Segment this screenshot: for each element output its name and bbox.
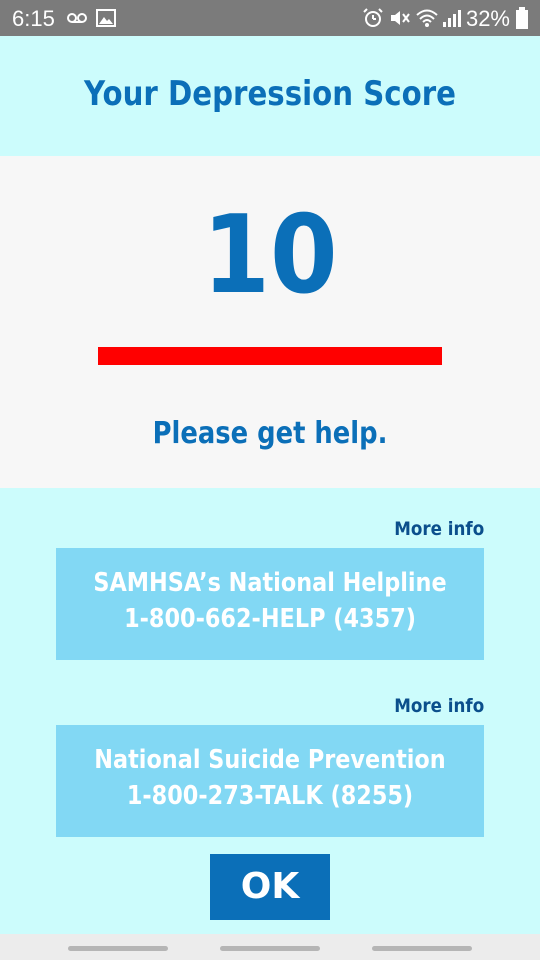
navigation-bar bbox=[0, 934, 540, 960]
voicemail-icon bbox=[66, 8, 88, 32]
severity-bar bbox=[98, 347, 442, 365]
helpline-phone: 1-800-662-HELP (4357) bbox=[124, 604, 416, 634]
helpline-name: National Suicide Prevention bbox=[94, 745, 446, 775]
signal-icon bbox=[442, 8, 462, 32]
score-value: 10 bbox=[202, 193, 338, 318]
status-bar: 6:15 32% bbox=[0, 0, 540, 36]
alarm-icon bbox=[362, 8, 384, 32]
more-info-link-samhsa[interactable]: More info bbox=[394, 518, 484, 540]
score-panel: 10 Please get help. bbox=[0, 156, 540, 488]
wifi-icon bbox=[416, 8, 438, 32]
ok-button[interactable]: OK bbox=[210, 854, 330, 920]
mute-icon bbox=[389, 8, 411, 32]
samhsa-helpline-button[interactable]: SAMHSA’s National Helpline 1-800-662-HEL… bbox=[56, 548, 484, 660]
suicide-prevention-button[interactable]: National Suicide Prevention 1-800-273-TA… bbox=[56, 725, 484, 837]
severity-bar-fill bbox=[98, 347, 442, 365]
status-time: 6:15 bbox=[12, 6, 55, 31]
image-icon bbox=[96, 8, 116, 32]
nav-back-button[interactable] bbox=[372, 946, 472, 951]
more-info-link-suicide-prevention[interactable]: More info bbox=[394, 695, 484, 717]
battery-percentage: 32% bbox=[465, 6, 510, 31]
result-message: Please get help. bbox=[152, 416, 388, 451]
nav-recents-button[interactable] bbox=[68, 946, 168, 951]
helpline-phone: 1-800-273-TALK (8255) bbox=[126, 781, 414, 811]
battery-icon bbox=[516, 7, 528, 33]
page-title: Your Depression Score bbox=[84, 74, 456, 114]
header: Your Depression Score bbox=[0, 36, 540, 156]
nav-home-button[interactable] bbox=[220, 946, 320, 951]
helpline-name: SAMHSA’s National Helpline bbox=[93, 568, 447, 598]
